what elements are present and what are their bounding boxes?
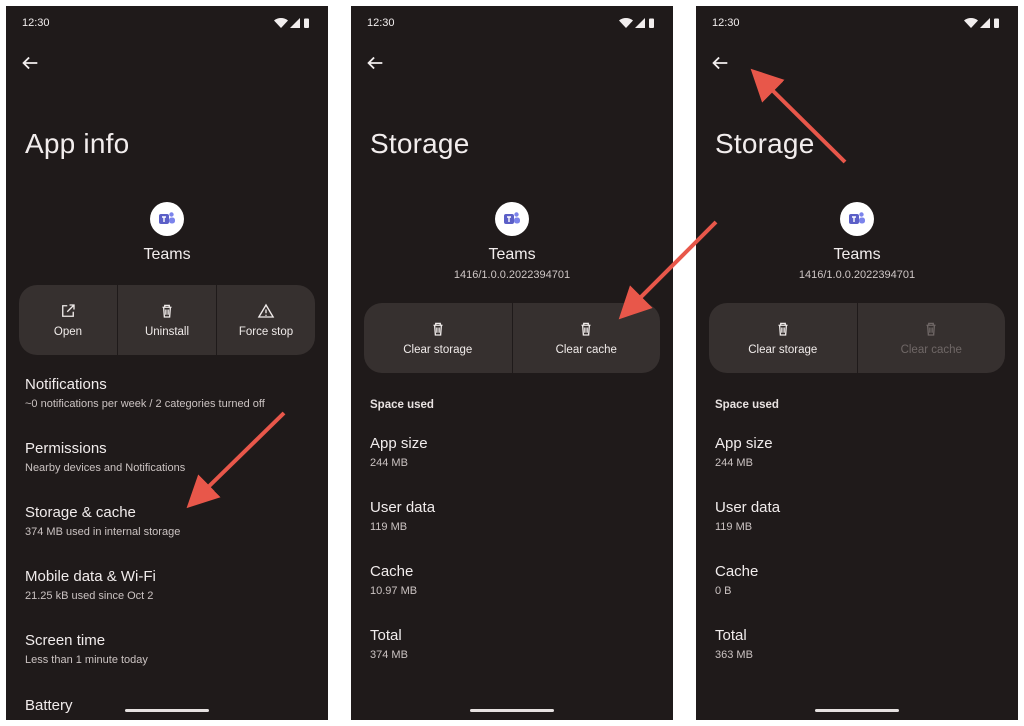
list-item-subtitle: Nearby devices and Notifications	[25, 462, 186, 474]
open-button[interactable]: Open	[19, 285, 117, 355]
clear-cache-button[interactable]: Clear cache	[511, 303, 661, 373]
app-name: Teams	[488, 246, 536, 263]
open-label: Open	[53, 326, 83, 338]
list-item-subtitle: 119 MB	[715, 521, 753, 533]
back-arrow-icon[interactable]	[364, 52, 386, 74]
clear-cache-button-disabled: Clear cache	[856, 303, 1006, 373]
list-item-subtitle: 21.25 kB used since Oct 2	[25, 590, 154, 602]
status-bar: 12:30	[22, 16, 312, 32]
list-item-subtitle: 119 MB	[370, 521, 408, 533]
trash-icon	[922, 320, 940, 338]
list-item-title: Storage & cache	[25, 504, 136, 521]
storage-screen-after: 12:30 Storage Teams 1416/1.0.0.202239470…	[696, 6, 1018, 720]
list-item-permissions[interactable]: Permissions Nearby devices and Notificat…	[25, 440, 312, 474]
back-arrow-icon[interactable]	[19, 52, 41, 74]
list-item-title: Notifications	[25, 376, 107, 393]
list-item-subtitle: 244 MB	[715, 457, 753, 469]
app-name: Teams	[833, 246, 881, 263]
trash-icon	[577, 320, 595, 338]
back-arrow-icon[interactable]	[709, 52, 731, 74]
open-external-icon	[59, 302, 77, 320]
list-item-screen-time[interactable]: Screen time Less than 1 minute today	[25, 632, 312, 666]
list-item-app-size: App size 244 MB	[715, 435, 1002, 469]
list-item-subtitle: ~0 notifications per week / 2 categories…	[25, 398, 265, 410]
status-bar: 12:30	[712, 16, 1002, 32]
force-stop-button[interactable]: Force stop	[216, 285, 315, 355]
warning-icon	[257, 302, 275, 320]
list-item-storage-cache[interactable]: Storage & cache 374 MB used in internal …	[25, 504, 312, 538]
status-icons	[272, 17, 312, 29]
list-item-title: User data	[715, 499, 781, 516]
status-icons	[962, 17, 1002, 29]
clear-storage-label: Clear storage	[403, 344, 473, 356]
list-item-subtitle: 374 MB used in internal storage	[25, 526, 181, 538]
list-item-cache: Cache 0 B	[715, 563, 1002, 597]
list-item-title: Cache	[370, 563, 414, 580]
trash-icon	[429, 320, 447, 338]
list-item-subtitle: 363 MB	[715, 649, 753, 661]
home-indicator[interactable]	[125, 709, 209, 712]
uninstall-label: Uninstall	[144, 326, 190, 338]
app-version: 1416/1.0.0.2022394701	[453, 269, 571, 281]
list-item-user-data: User data 119 MB	[715, 499, 1002, 533]
list-item-subtitle: 0 B	[715, 585, 732, 597]
status-bar: 12:30	[367, 16, 657, 32]
page-title: Storage	[370, 128, 470, 159]
page-title: App info	[25, 128, 130, 159]
list-item-app-size: App size 244 MB	[370, 435, 657, 469]
page-title: Storage	[715, 128, 815, 159]
list-item-mobile-data[interactable]: Mobile data & Wi-Fi 21.25 kB used since …	[25, 568, 312, 602]
force-stop-label: Force stop	[238, 326, 294, 338]
section-header: Space used	[370, 399, 434, 411]
action-buttons: Clear storage Clear cache	[364, 303, 660, 373]
list-item-notifications[interactable]: Notifications ~0 notifications per week …	[25, 376, 312, 410]
list-item-total: Total 374 MB	[370, 627, 657, 661]
list-item-subtitle: 244 MB	[370, 457, 408, 469]
teams-icon	[848, 210, 866, 228]
clear-storage-button[interactable]: Clear storage	[364, 303, 512, 373]
list-item-title: Cache	[715, 563, 759, 580]
home-indicator[interactable]	[815, 709, 899, 712]
action-buttons: Open Uninstall Force stop	[19, 285, 315, 355]
status-time: 12:30	[22, 17, 50, 29]
list-item-total: Total 363 MB	[715, 627, 1002, 661]
storage-screen-before: 12:30 Storage Teams 1416/1.0.0.202239470…	[351, 6, 673, 720]
list-item-title: Permissions	[25, 440, 107, 457]
teams-icon	[503, 210, 521, 228]
app-name: Teams	[143, 246, 191, 263]
app-icon	[150, 202, 184, 236]
app-icon	[840, 202, 874, 236]
app-icon	[495, 202, 529, 236]
teams-icon	[158, 210, 176, 228]
action-buttons: Clear storage Clear cache	[709, 303, 1005, 373]
clear-cache-label: Clear cache	[900, 344, 962, 356]
list-item-subtitle: Less than 1 minute today	[25, 654, 148, 666]
uninstall-button[interactable]: Uninstall	[117, 285, 216, 355]
list-item-title: Mobile data & Wi-Fi	[25, 568, 156, 585]
home-indicator[interactable]	[470, 709, 554, 712]
list-item-title: Total	[370, 627, 402, 644]
list-item-cache: Cache 10.97 MB	[370, 563, 657, 597]
list-item-title: App size	[370, 435, 428, 452]
list-item-title: Screen time	[25, 632, 106, 649]
list-item-subtitle: 374 MB	[370, 649, 408, 661]
status-time: 12:30	[712, 17, 740, 29]
list-item-subtitle: 10.97 MB	[370, 585, 418, 597]
section-header: Space used	[715, 399, 779, 411]
app-version: 1416/1.0.0.2022394701	[798, 269, 916, 281]
list-item-title: Total	[715, 627, 747, 644]
status-time: 12:30	[367, 17, 395, 29]
list-item-title: User data	[370, 499, 436, 516]
list-item-title: App size	[715, 435, 773, 452]
clear-cache-label: Clear cache	[555, 344, 617, 356]
list-item-user-data: User data 119 MB	[370, 499, 657, 533]
clear-storage-button[interactable]: Clear storage	[709, 303, 857, 373]
trash-icon	[158, 302, 176, 320]
trash-icon	[774, 320, 792, 338]
app-info-screen: 12:30 App info Teams Open Uninstall Forc…	[6, 6, 328, 720]
status-icons	[617, 17, 657, 29]
clear-storage-label: Clear storage	[748, 344, 818, 356]
